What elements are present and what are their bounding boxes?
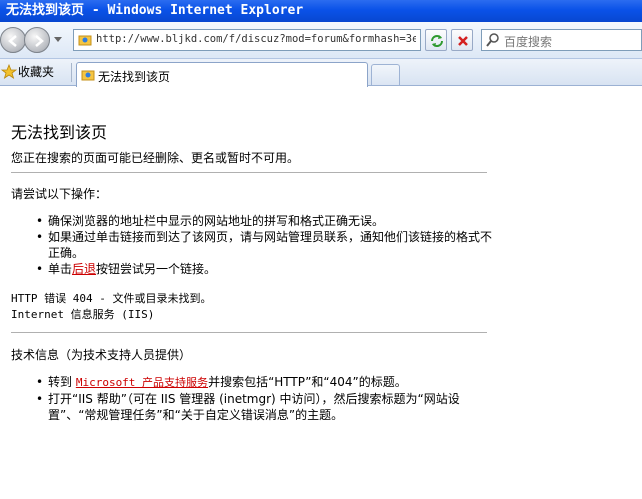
- address-input[interactable]: http://www.bljkd.com/f/discuz?mod=forum&…: [96, 33, 416, 45]
- list-item: • 打开“IIS 帮助”（可在 IIS 管理器 (inetmgr) 中访问），然…: [33, 391, 493, 423]
- page-error-icon: [78, 35, 92, 46]
- recent-pages-dropdown-icon[interactable]: [54, 37, 62, 42]
- toolbar-separator: [71, 63, 72, 82]
- navigation-bar: http://www.bljkd.com/f/discuz?mod=forum&…: [0, 22, 642, 59]
- server-name: Internet 信息服务 (IIS): [11, 308, 155, 321]
- bullet: •: [36, 392, 44, 406]
- window-title: 无法找到该页 - Windows Internet Explorer: [6, 3, 304, 18]
- bullet: •: [36, 214, 44, 228]
- list-item-text-pre: 单击: [48, 262, 73, 276]
- support-link[interactable]: Microsoft 产品支持服务: [76, 376, 208, 389]
- search-icon: [486, 33, 499, 47]
- error-code: HTTP 错误 404 - 文件或目录未找到。: [11, 292, 212, 305]
- try-heading: 请尝试以下操作：: [11, 187, 108, 201]
- star-icon: [1, 64, 17, 79]
- refresh-icon: [431, 35, 443, 47]
- forward-button[interactable]: [24, 27, 50, 53]
- stop-icon: [458, 36, 468, 46]
- list-item-text: 如果通过单击链接而到达了该网页，请与网站管理员联系，通知他们该链接的格式不正确。: [48, 230, 493, 260]
- address-bar[interactable]: http://www.bljkd.com/f/discuz?mod=forum&…: [73, 29, 421, 51]
- back-button[interactable]: [0, 27, 26, 53]
- stop-button[interactable]: [451, 29, 473, 51]
- page-title: 无法找到该页: [11, 123, 108, 142]
- bullet: •: [36, 375, 44, 389]
- try-list: • 确保浏览器的地址栏中显示的网站地址的拼写和格式正确无误。 • 如果通过单击链…: [33, 213, 493, 277]
- list-item: • 转到 Microsoft 产品支持服务并搜索包括“HTTP”和“404”的标…: [33, 374, 493, 391]
- bullet: •: [36, 262, 44, 276]
- window-title-bar[interactable]: 无法找到该页 - Windows Internet Explorer: [0, 0, 642, 22]
- new-tab-button[interactable]: [371, 64, 400, 85]
- list-item-text: 确保浏览器的地址栏中显示的网站地址的拼写和格式正确无误。: [48, 214, 385, 228]
- favorites-button[interactable]: 收藏夹: [0, 62, 54, 82]
- list-item: • 确保浏览器的地址栏中显示的网站地址的拼写和格式正确无误。: [33, 213, 493, 229]
- back-link[interactable]: 后退: [72, 262, 96, 276]
- page-subtitle: 您正在搜索的页面可能已经删除、更名或暂时不可用。: [11, 151, 300, 165]
- list-item-text: 打开“IIS 帮助”（可在 IIS 管理器 (inetmgr) 中访问），然后搜…: [48, 392, 460, 422]
- tab-label: 无法找到该页: [98, 70, 171, 84]
- list-item: • 如果通过单击链接而到达了该网页，请与网站管理员联系，通知他们该链接的格式不正…: [33, 229, 493, 261]
- favorites-label: 收藏夹: [18, 65, 55, 79]
- bullet: •: [36, 230, 44, 244]
- page-error-icon: [81, 70, 95, 81]
- tab-bar: 收藏夹 无法找到该页: [0, 59, 642, 87]
- divider: [11, 332, 487, 333]
- arrow-left-icon: [8, 35, 17, 47]
- list-item-text-post: 并搜索包括“HTTP”和“404”的标题。: [208, 375, 407, 389]
- list-item-text-post: 按钮尝试另一个链接。: [96, 262, 217, 276]
- arrow-right-icon: [35, 35, 44, 47]
- tab-active[interactable]: 无法找到该页: [76, 62, 368, 87]
- tech-heading: 技术信息（为技术支持人员提供）: [11, 348, 192, 362]
- list-item-text-pre: 转到: [48, 375, 76, 389]
- list-item: • 单击后退按钮尝试另一个链接。: [33, 261, 493, 277]
- divider: [11, 172, 487, 173]
- tech-list: • 转到 Microsoft 产品支持服务并搜索包括“HTTP”和“404”的标…: [33, 374, 493, 423]
- search-box[interactable]: 百度搜索: [481, 29, 642, 51]
- refresh-button[interactable]: [425, 29, 447, 51]
- search-input[interactable]: 百度搜索: [504, 33, 552, 50]
